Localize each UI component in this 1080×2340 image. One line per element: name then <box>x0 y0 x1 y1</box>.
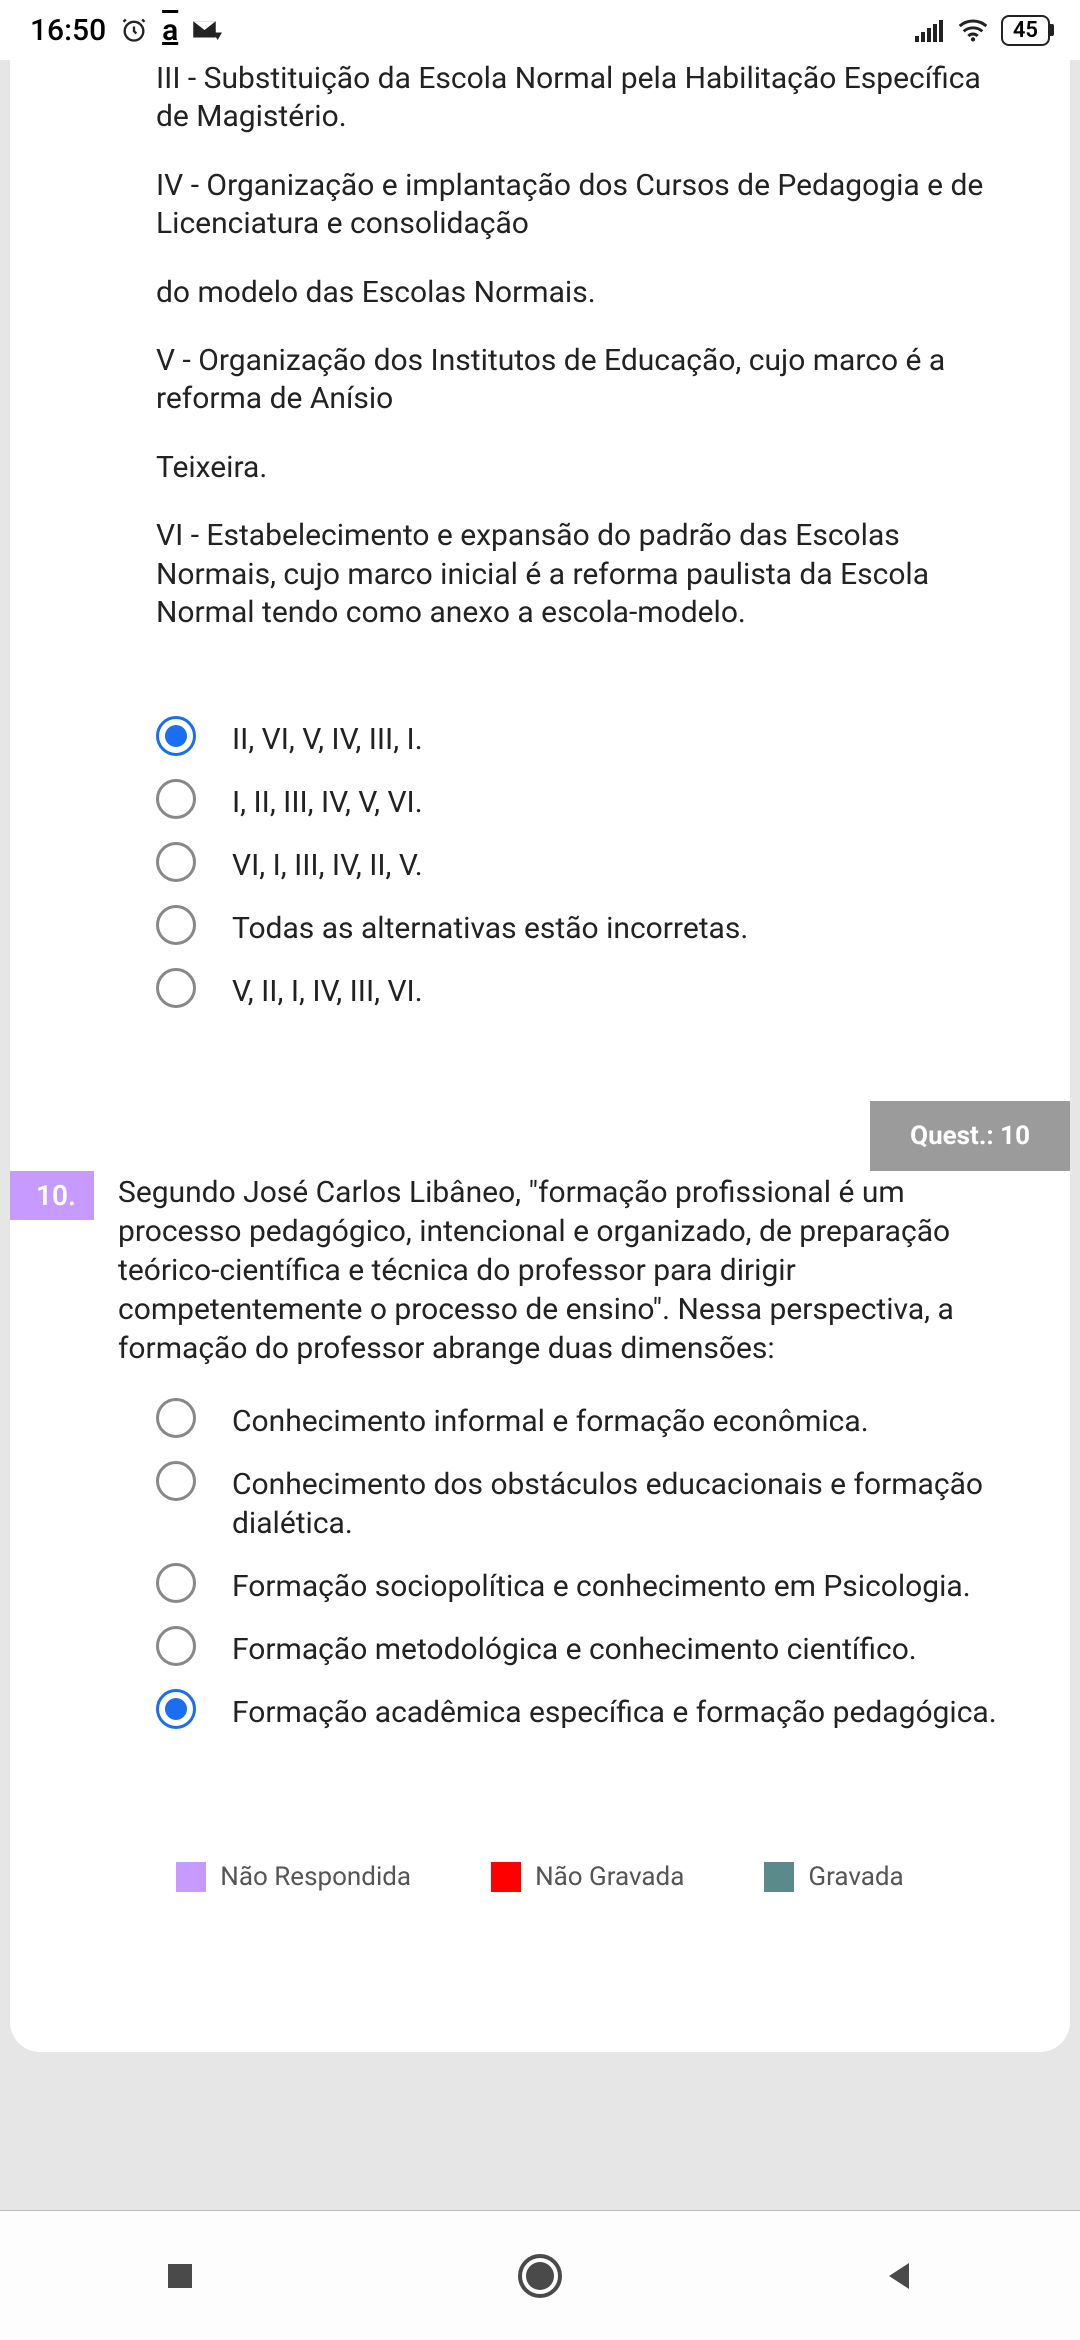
home-button[interactable] <box>510 2246 570 2306</box>
status-right: 45 <box>915 15 1050 46</box>
option-label: V, II, I, IV, III, VI. <box>232 968 423 1011</box>
radio-icon[interactable] <box>156 842 196 882</box>
option-label: Conhecimento informal e formação econômi… <box>232 1398 869 1441</box>
option-label: Conhecimento dos obstáculos educacionais… <box>232 1461 1015 1543</box>
legend-label: Gravada <box>808 1862 903 1892</box>
alarm-icon <box>120 16 148 44</box>
radio-icon[interactable] <box>156 905 196 945</box>
status-left: 16:50 a <box>30 13 222 48</box>
legend-item-unsaved: Não Gravada <box>491 1862 684 1892</box>
legend-label: Não Gravada <box>535 1862 684 1892</box>
question-number-badge: 10. <box>10 1171 94 1220</box>
q9-option-1[interactable]: II, VI, V, IV, III, I. <box>156 716 1015 759</box>
swatch-icon <box>491 1862 521 1892</box>
question-9-options: II, VI, V, IV, III, I. I, II, III, IV, V… <box>10 716 1070 1011</box>
question-10-header: 10. Segundo José Carlos Libâneo, "formaç… <box>10 1171 1070 1368</box>
q9-option-4[interactable]: Todas as alternativas estão incorretas. <box>156 905 1015 948</box>
battery-level: 45 <box>1013 18 1038 43</box>
app-a-icon: a <box>162 13 178 48</box>
legend-item-unanswered: Não Respondida <box>176 1862 411 1892</box>
q9-para-3: do modelo das Escolas Normais. <box>156 274 1015 312</box>
q10-option-2[interactable]: Conhecimento dos obstáculos educacionais… <box>156 1461 1015 1543</box>
quest-badge-row: Quest.: 10 <box>10 1101 1070 1171</box>
swatch-icon <box>176 1862 206 1892</box>
wifi-icon <box>957 18 989 42</box>
q9-option-5[interactable]: V, II, I, IV, III, VI. <box>156 968 1015 1011</box>
option-label: Formação metodológica e conhecimento cie… <box>232 1626 917 1669</box>
signal-icon <box>915 18 945 42</box>
q9-para-4: V - Organização dos Institutos de Educaç… <box>156 342 1015 419</box>
radio-icon[interactable] <box>156 1563 196 1603</box>
radio-icon[interactable] <box>156 1461 196 1501</box>
q9-para-5: Teixeira. <box>156 449 1015 487</box>
q10-option-5[interactable]: Formação acadêmica específica e formação… <box>156 1689 1015 1732</box>
q10-option-3[interactable]: Formação sociopolítica e conhecimento em… <box>156 1563 1015 1606</box>
radio-icon[interactable] <box>156 968 196 1008</box>
q9-para-2: IV - Organização e implantação dos Curso… <box>156 167 1015 244</box>
q10-option-1[interactable]: Conhecimento informal e formação econômi… <box>156 1398 1015 1441</box>
radio-icon[interactable] <box>156 1398 196 1438</box>
recent-apps-button[interactable] <box>150 2246 210 2306</box>
option-label: VI, I, III, IV, II, V. <box>232 842 423 885</box>
battery-nub-icon <box>1050 24 1054 36</box>
question-10-options: Conhecimento informal e formação econômi… <box>10 1398 1070 1732</box>
legend-item-saved: Gravada <box>764 1862 903 1892</box>
status-bar: 16:50 a 45 <box>0 0 1080 60</box>
legend-label: Não Respondida <box>220 1862 411 1892</box>
question-9-body: III - Substituição da Escola Normal pela… <box>10 60 1070 682</box>
clock-time: 16:50 <box>30 13 106 48</box>
radio-icon[interactable] <box>156 1626 196 1666</box>
q10-option-4[interactable]: Formação metodológica e conhecimento cie… <box>156 1626 1015 1669</box>
battery-indicator: 45 <box>1001 15 1050 46</box>
option-label: Formação sociopolítica e conhecimento em… <box>232 1563 971 1606</box>
android-nav-bar <box>0 2210 1080 2340</box>
radio-icon[interactable] <box>156 716 196 756</box>
radio-icon[interactable] <box>156 1689 196 1729</box>
swatch-icon <box>764 1862 794 1892</box>
app-surface: III - Substituição da Escola Normal pela… <box>10 60 1070 2052</box>
question-10-text: Segundo José Carlos Libâneo, "formação p… <box>94 1171 1070 1368</box>
quest-badge: Quest.: 10 <box>870 1101 1070 1171</box>
q9-option-3[interactable]: VI, I, III, IV, II, V. <box>156 842 1015 885</box>
q9-option-2[interactable]: I, II, III, IV, V, VI. <box>156 779 1015 822</box>
q9-para-6: VI - Estabelecimento e expansão do padrã… <box>156 517 1015 632</box>
back-button[interactable] <box>870 2246 930 2306</box>
option-label: Formação acadêmica específica e formação… <box>232 1689 997 1732</box>
option-label: II, VI, V, IV, III, I. <box>232 716 423 759</box>
option-label: I, II, III, IV, V, VI. <box>232 779 423 822</box>
mail-icon <box>192 17 222 43</box>
option-label: Todas as alternativas estão incorretas. <box>232 905 748 948</box>
q9-para-1: III - Substituição da Escola Normal pela… <box>156 60 1015 137</box>
radio-icon[interactable] <box>156 779 196 819</box>
legend: Não Respondida Não Gravada Gravada <box>10 1862 1070 1892</box>
